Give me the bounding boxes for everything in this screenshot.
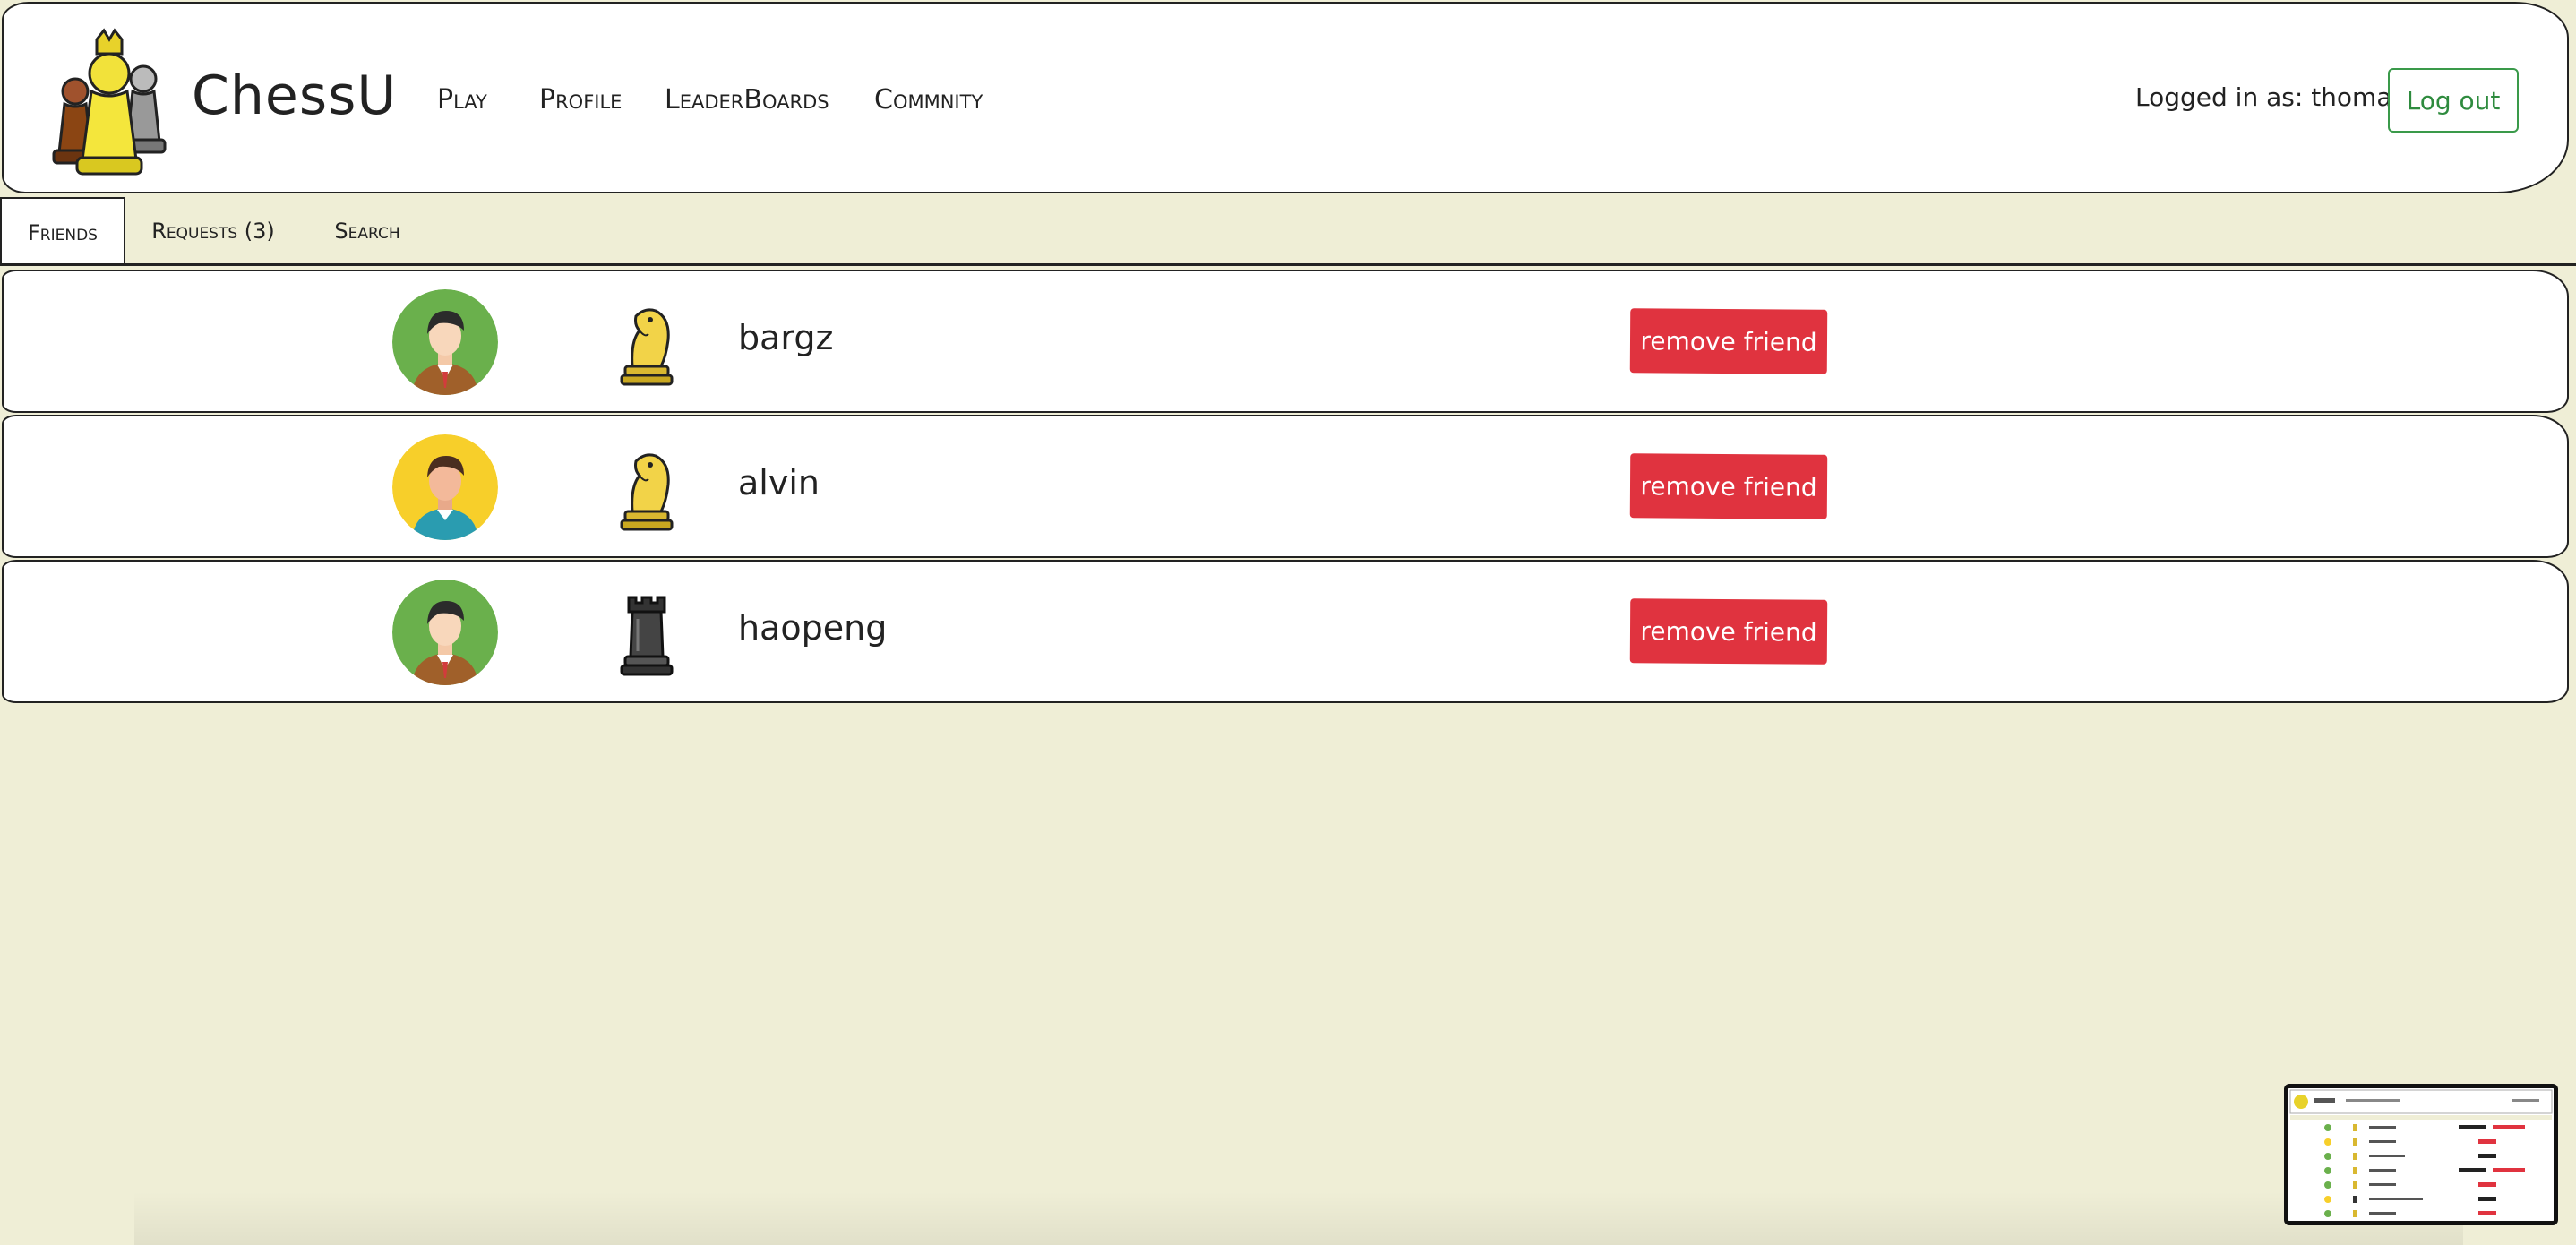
tab-requests[interactable]: Requests (3) (142, 197, 285, 265)
nav-profile[interactable]: Profile (539, 84, 622, 116)
chess-pieces-logo-icon[interactable] (47, 27, 172, 179)
nav-play[interactable]: Play (437, 84, 487, 116)
page-preview-thumbnail[interactable] (2284, 1084, 2558, 1225)
remove-friend-button[interactable]: remove friend (1629, 308, 1828, 374)
tab-friends[interactable]: Friends (0, 197, 125, 265)
friend-username: haopeng (738, 608, 888, 648)
logout-button[interactable]: Log out (2388, 68, 2519, 133)
friends-tab-bar: Friends Requests (3) Search (0, 197, 2576, 265)
tab-search[interactable]: Search (322, 197, 412, 265)
green-avatar-icon (392, 580, 498, 685)
friend-username: bargz (738, 318, 834, 357)
nav-leaderboards[interactable]: LeaderBoards (665, 84, 829, 116)
gold-knight-icon (620, 453, 674, 531)
top-header: ChessU Play Profile LeaderBoards Commnit… (2, 2, 2569, 193)
nav-community[interactable]: Commnity (874, 84, 983, 116)
remove-friend-button[interactable]: remove friend (1629, 598, 1828, 665)
tab-divider (0, 263, 2576, 266)
black-rook-icon (620, 596, 674, 676)
brand-title[interactable]: ChessU (192, 64, 397, 127)
friend-row: haopeng remove friend (2, 560, 2569, 703)
friend-username: alvin (738, 463, 820, 502)
remove-friend-button[interactable]: remove friend (1629, 453, 1828, 519)
yellow-avatar-icon (392, 434, 498, 540)
bottom-shadow (134, 1191, 2463, 1245)
friend-row: bargz remove friend (2, 270, 2569, 413)
friend-row: alvin remove friend (2, 415, 2569, 558)
green-avatar-icon (392, 289, 498, 395)
logged-in-status: Logged in as: thomas (2135, 82, 2406, 112)
gold-knight-icon (620, 308, 674, 386)
